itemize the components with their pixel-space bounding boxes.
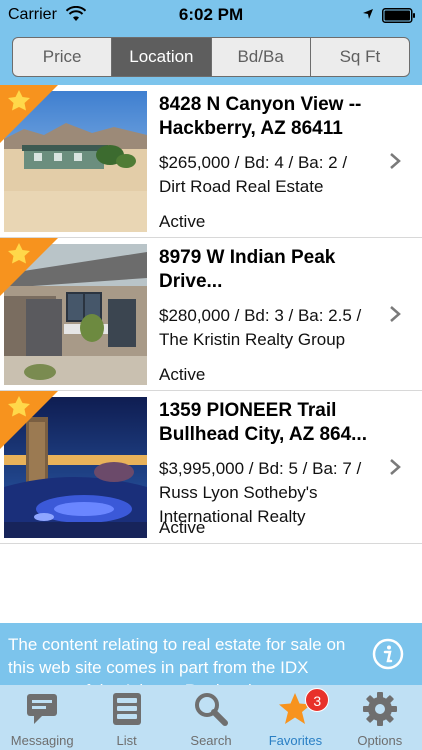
address-line-2: Drive...	[159, 271, 223, 292]
tab-search[interactable]: Search	[169, 685, 253, 750]
listing-status: Active	[159, 518, 206, 537]
sort-sq-ft-segment[interactable]: Sq Ft	[311, 38, 409, 76]
sort-bd-ba-segment[interactable]: Bd/Ba	[212, 38, 311, 76]
favorite-star-icon[interactable]	[0, 391, 58, 449]
sort-location-segment[interactable]: Location	[112, 38, 212, 76]
listing-row[interactable]: 8428 N Canyon View -- Hackberry, AZ 8641…	[0, 85, 422, 238]
tab-bar: Messaging List Search 3 Favorites Option…	[0, 685, 422, 750]
listing-agency: The Kristin Realty Group	[159, 330, 346, 349]
tab-label: List	[116, 733, 137, 748]
address-line-1: 1359 PIONEER Trail	[159, 400, 337, 421]
location-arrow-icon	[363, 9, 373, 19]
tab-label: Favorites	[268, 733, 323, 748]
listing-address: 1359 PIONEER Trail Bullhead City, AZ 864…	[159, 399, 391, 447]
sort-segmented-control: Price Location Bd/Ba Sq Ft	[12, 37, 410, 77]
listing-agency: Dirt Road Real Estate	[159, 177, 324, 196]
address-line-2: Bullhead City, AZ 864...	[159, 424, 367, 445]
tab-options[interactable]: Options	[338, 685, 422, 750]
listing-details: $265,000 / Bd: 4 / Ba: 2 / Dirt Road Rea…	[159, 151, 391, 199]
address-line-2: Hackberry, AZ 86411	[159, 118, 343, 139]
status-bar: Carrier 6:02 PM	[0, 0, 422, 32]
address-line-1: 8428 N Canyon View --	[159, 94, 362, 115]
tab-label: Messaging	[10, 733, 74, 748]
listing-row[interactable]: 8979 W Indian Peak Drive... $280,000 / B…	[0, 238, 422, 391]
listing-row[interactable]: 1359 PIONEER Trail Bullhead City, AZ 864…	[0, 391, 422, 544]
price-beds-baths: $265,000 / Bd: 4 / Ba: 2 /	[159, 153, 348, 172]
tab-list[interactable]: List	[84, 685, 168, 750]
info-icon[interactable]	[372, 638, 404, 670]
gear-icon	[362, 692, 397, 726]
clock: 6:02 PM	[178, 5, 244, 24]
list-icon	[112, 693, 141, 725]
listing-address: 8428 N Canyon View -- Hackberry, AZ 8641…	[159, 93, 391, 141]
listing-address: 8979 W Indian Peak Drive...	[159, 246, 391, 294]
search-icon	[195, 693, 229, 726]
tab-label: Options	[357, 733, 403, 748]
chevron-right-icon	[390, 306, 401, 322]
chevron-right-icon	[390, 153, 401, 169]
tab-favorites[interactable]: 3 Favorites	[253, 685, 337, 750]
listing-list: 8428 N Canyon View -- Hackberry, AZ 8641…	[0, 85, 422, 544]
battery-icon	[382, 8, 415, 23]
listing-status: Active	[159, 212, 206, 231]
listing-agency: Russ Lyon Sotheby's	[159, 483, 318, 502]
favorite-star-icon[interactable]	[0, 85, 58, 143]
idx-disclaimer-banner[interactable]: The content relating to real estate for …	[0, 623, 422, 685]
chevron-right-icon	[390, 459, 401, 475]
price-beds-baths: $3,995,000 / Bd: 5 / Ba: 7 /	[159, 459, 362, 478]
favorite-star-icon[interactable]	[0, 238, 58, 296]
disclaimer-text: The content relating to real estate for …	[8, 635, 346, 685]
listing-details: $280,000 / Bd: 3 / Ba: 2.5 / The Kristin…	[159, 304, 391, 352]
address-line-1: 8979 W Indian Peak	[159, 247, 336, 268]
sort-price-segment[interactable]: Price	[13, 38, 113, 76]
tab-label: Search	[190, 733, 232, 748]
message-icon	[27, 694, 58, 724]
listing-status: Active	[159, 365, 206, 384]
favorites-count-badge: 3	[305, 688, 330, 712]
price-beds-baths: $280,000 / Bd: 3 / Ba: 2.5 /	[159, 306, 362, 325]
tab-messaging[interactable]: Messaging	[0, 685, 84, 750]
